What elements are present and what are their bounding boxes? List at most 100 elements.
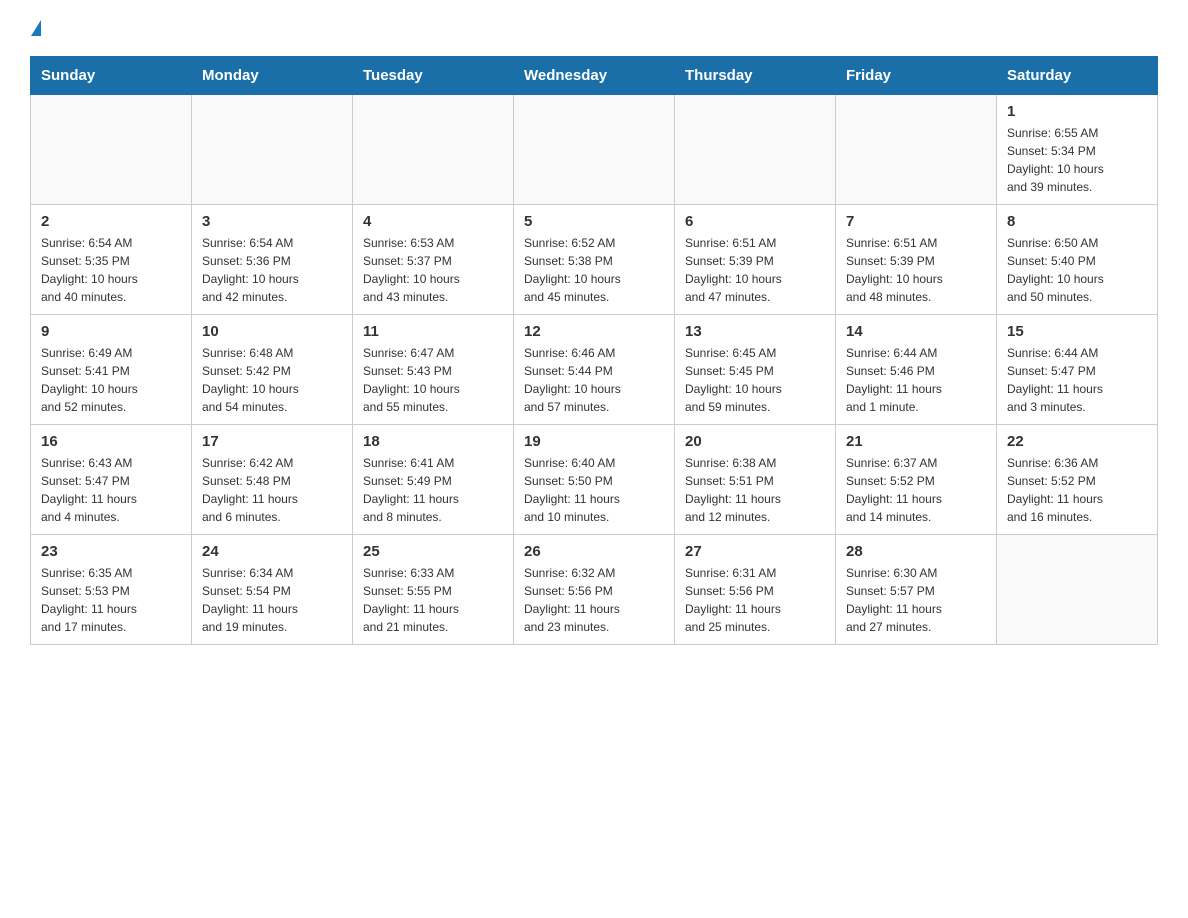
week-row-3: 9 Sunrise: 6:49 AM Sunset: 5:41 PM Daylig… <box>31 315 1158 425</box>
day-number: 17 <box>202 433 342 450</box>
day-info: Sunrise: 6:45 AM Sunset: 5:45 PM Dayligh… <box>685 344 825 416</box>
calendar-cell: 6 Sunrise: 6:51 AM Sunset: 5:39 PM Daylig… <box>675 205 836 315</box>
day-number: 9 <box>41 323 181 340</box>
calendar-cell <box>675 95 836 205</box>
day-number: 2 <box>41 213 181 230</box>
calendar-cell: 10 Sunrise: 6:48 AM Sunset: 5:42 PM Dayli… <box>192 315 353 425</box>
day-info: Sunrise: 6:51 AM Sunset: 5:39 PM Dayligh… <box>685 234 825 306</box>
weekday-header-tuesday: Tuesday <box>353 57 514 95</box>
weekday-header-thursday: Thursday <box>675 57 836 95</box>
day-number: 23 <box>41 543 181 560</box>
day-info: Sunrise: 6:44 AM Sunset: 5:47 PM Dayligh… <box>1007 344 1147 416</box>
day-number: 3 <box>202 213 342 230</box>
day-number: 14 <box>846 323 986 340</box>
day-info: Sunrise: 6:54 AM Sunset: 5:35 PM Dayligh… <box>41 234 181 306</box>
day-number: 28 <box>846 543 986 560</box>
day-number: 18 <box>363 433 503 450</box>
weekday-header-sunday: Sunday <box>31 57 192 95</box>
calendar-cell: 22 Sunrise: 6:36 AM Sunset: 5:52 PM Dayli… <box>997 425 1158 535</box>
calendar-cell <box>836 95 997 205</box>
weekday-header-friday: Friday <box>836 57 997 95</box>
day-info: Sunrise: 6:48 AM Sunset: 5:42 PM Dayligh… <box>202 344 342 416</box>
calendar-cell: 2 Sunrise: 6:54 AM Sunset: 5:35 PM Daylig… <box>31 205 192 315</box>
day-number: 4 <box>363 213 503 230</box>
calendar-cell: 19Sunrise: 6:40 AM Sunset: 5:50 PM Dayli… <box>514 425 675 535</box>
day-info: Sunrise: 6:44 AM Sunset: 5:46 PM Dayligh… <box>846 344 986 416</box>
day-info: Sunrise: 6:49 AM Sunset: 5:41 PM Dayligh… <box>41 344 181 416</box>
day-info: Sunrise: 6:54 AM Sunset: 5:36 PM Dayligh… <box>202 234 342 306</box>
day-number: 24 <box>202 543 342 560</box>
day-number: 12 <box>524 323 664 340</box>
calendar-cell: 3 Sunrise: 6:54 AM Sunset: 5:36 PM Daylig… <box>192 205 353 315</box>
day-number: 5 <box>524 213 664 230</box>
day-info: Sunrise: 6:41 AM Sunset: 5:49 PM Dayligh… <box>363 454 503 526</box>
day-info: Sunrise: 6:55 AM Sunset: 5:34 PM Dayligh… <box>1007 124 1147 196</box>
page-header <box>30 20 1158 36</box>
calendar-cell: 28 Sunrise: 6:30 AM Sunset: 5:57 PM Dayli… <box>836 535 997 645</box>
day-info: Sunrise: 6:38 AM Sunset: 5:51 PM Dayligh… <box>685 454 825 526</box>
calendar-cell: 27 Sunrise: 6:31 AM Sunset: 5:56 PM Dayli… <box>675 535 836 645</box>
calendar-cell: 1 Sunrise: 6:55 AM Sunset: 5:34 PM Daylig… <box>997 95 1158 205</box>
calendar-cell: 23 Sunrise: 6:35 AM Sunset: 5:53 PM Dayli… <box>31 535 192 645</box>
calendar-cell <box>514 95 675 205</box>
day-number: 27 <box>685 543 825 560</box>
weekday-header-row: SundayMondayTuesdayWednesdayThursdayFrid… <box>31 57 1158 95</box>
week-row-4: 16 Sunrise: 6:43 AM Sunset: 5:47 PM Dayli… <box>31 425 1158 535</box>
calendar-cell: 12 Sunrise: 6:46 AM Sunset: 5:44 PM Dayli… <box>514 315 675 425</box>
day-number: 7 <box>846 213 986 230</box>
calendar-cell: 17 Sunrise: 6:42 AM Sunset: 5:48 PM Dayli… <box>192 425 353 535</box>
day-number: 25 <box>363 543 503 560</box>
day-info: Sunrise: 6:31 AM Sunset: 5:56 PM Dayligh… <box>685 564 825 636</box>
calendar-cell: 26Sunrise: 6:32 AM Sunset: 5:56 PM Dayli… <box>514 535 675 645</box>
day-number: 19 <box>524 433 664 450</box>
day-number: 16 <box>41 433 181 450</box>
day-info: Sunrise: 6:30 AM Sunset: 5:57 PM Dayligh… <box>846 564 986 636</box>
calendar-cell: 5 Sunrise: 6:52 AM Sunset: 5:38 PM Daylig… <box>514 205 675 315</box>
day-info: Sunrise: 6:43 AM Sunset: 5:47 PM Dayligh… <box>41 454 181 526</box>
calendar-cell: 21 Sunrise: 6:37 AM Sunset: 5:52 PM Dayli… <box>836 425 997 535</box>
calendar-cell <box>997 535 1158 645</box>
day-info: Sunrise: 6:36 AM Sunset: 5:52 PM Dayligh… <box>1007 454 1147 526</box>
calendar-cell: 13Sunrise: 6:45 AM Sunset: 5:45 PM Dayli… <box>675 315 836 425</box>
day-number: 21 <box>846 433 986 450</box>
calendar-cell: 15 Sunrise: 6:44 AM Sunset: 5:47 PM Dayli… <box>997 315 1158 425</box>
day-info: Sunrise: 6:47 AM Sunset: 5:43 PM Dayligh… <box>363 344 503 416</box>
weekday-header-wednesday: Wednesday <box>514 57 675 95</box>
calendar-cell: 24 Sunrise: 6:34 AM Sunset: 5:54 PM Dayli… <box>192 535 353 645</box>
week-row-5: 23 Sunrise: 6:35 AM Sunset: 5:53 PM Dayli… <box>31 535 1158 645</box>
day-number: 10 <box>202 323 342 340</box>
calendar-cell: 25 Sunrise: 6:33 AM Sunset: 5:55 PM Dayli… <box>353 535 514 645</box>
calendar-cell: 4 Sunrise: 6:53 AM Sunset: 5:37 PM Daylig… <box>353 205 514 315</box>
calendar-cell: 7 Sunrise: 6:51 AM Sunset: 5:39 PM Daylig… <box>836 205 997 315</box>
day-number: 8 <box>1007 213 1147 230</box>
day-info: Sunrise: 6:50 AM Sunset: 5:40 PM Dayligh… <box>1007 234 1147 306</box>
calendar-table: SundayMondayTuesdayWednesdayThursdayFrid… <box>30 56 1158 645</box>
calendar-cell <box>353 95 514 205</box>
calendar-cell: 18 Sunrise: 6:41 AM Sunset: 5:49 PM Dayli… <box>353 425 514 535</box>
day-info: Sunrise: 6:42 AM Sunset: 5:48 PM Dayligh… <box>202 454 342 526</box>
day-number: 6 <box>685 213 825 230</box>
week-row-2: 2 Sunrise: 6:54 AM Sunset: 5:35 PM Daylig… <box>31 205 1158 315</box>
day-number: 11 <box>363 323 503 340</box>
day-info: Sunrise: 6:46 AM Sunset: 5:44 PM Dayligh… <box>524 344 664 416</box>
day-info: Sunrise: 6:52 AM Sunset: 5:38 PM Dayligh… <box>524 234 664 306</box>
day-info: Sunrise: 6:53 AM Sunset: 5:37 PM Dayligh… <box>363 234 503 306</box>
day-info: Sunrise: 6:37 AM Sunset: 5:52 PM Dayligh… <box>846 454 986 526</box>
day-info: Sunrise: 6:51 AM Sunset: 5:39 PM Dayligh… <box>846 234 986 306</box>
day-info: Sunrise: 6:34 AM Sunset: 5:54 PM Dayligh… <box>202 564 342 636</box>
day-number: 1 <box>1007 103 1147 120</box>
calendar-cell <box>192 95 353 205</box>
logo <box>30 20 41 36</box>
day-number: 15 <box>1007 323 1147 340</box>
day-info: Sunrise: 6:32 AM Sunset: 5:56 PM Dayligh… <box>524 564 664 636</box>
day-info: Sunrise: 6:35 AM Sunset: 5:53 PM Dayligh… <box>41 564 181 636</box>
day-number: 22 <box>1007 433 1147 450</box>
calendar-cell: 9 Sunrise: 6:49 AM Sunset: 5:41 PM Daylig… <box>31 315 192 425</box>
weekday-header-saturday: Saturday <box>997 57 1158 95</box>
logo-triangle-icon <box>31 20 41 36</box>
calendar-cell <box>31 95 192 205</box>
calendar-cell: 8 Sunrise: 6:50 AM Sunset: 5:40 PM Daylig… <box>997 205 1158 315</box>
day-info: Sunrise: 6:33 AM Sunset: 5:55 PM Dayligh… <box>363 564 503 636</box>
calendar-cell: 16 Sunrise: 6:43 AM Sunset: 5:47 PM Dayli… <box>31 425 192 535</box>
week-row-1: 1 Sunrise: 6:55 AM Sunset: 5:34 PM Daylig… <box>31 95 1158 205</box>
